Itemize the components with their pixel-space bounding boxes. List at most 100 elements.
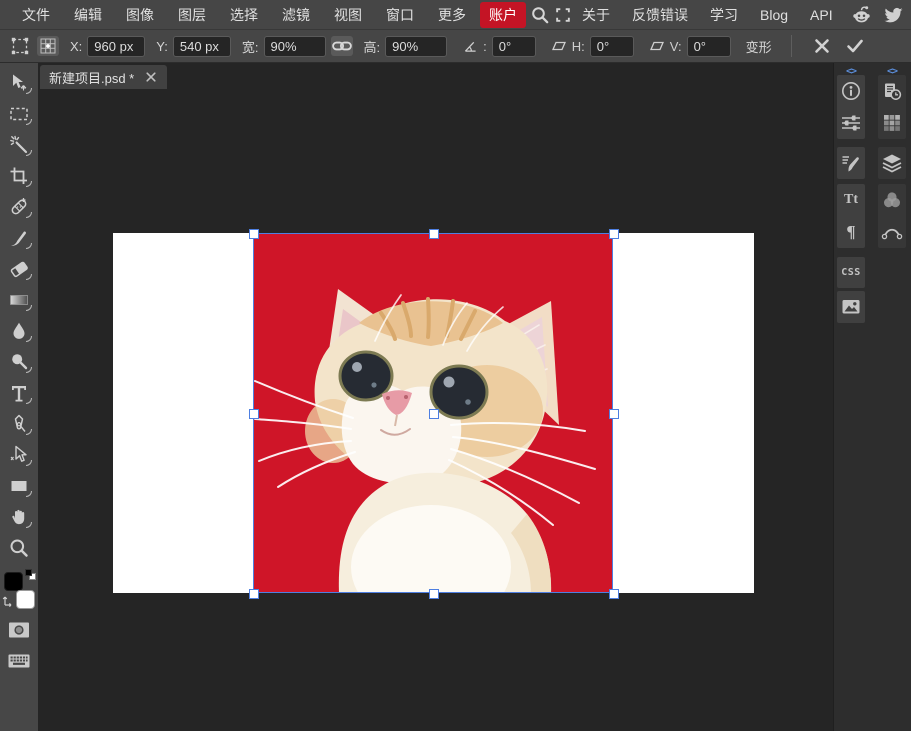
twitter-icon[interactable] [881,3,907,27]
subtool-indicator [26,88,32,94]
color-swatch-widget [2,567,36,613]
menu-report-bug[interactable]: 反馈错误 [622,2,698,28]
document-tab[interactable]: 新建项目.psd * [40,65,167,89]
marquee-tool[interactable] [2,100,36,128]
skew-v-input[interactable] [687,36,731,57]
x-label: X: [70,39,82,54]
skew-h-input[interactable] [590,36,634,57]
subtool-indicator [26,336,32,342]
magic-wand-tool[interactable] [2,131,36,159]
transform-handle-mid-left[interactable] [249,409,259,419]
subtool-indicator [26,150,32,156]
subtool-indicator [26,491,32,497]
warp-button[interactable]: 变形 [746,37,772,56]
shape-tool[interactable] [2,472,36,500]
swap-colors-icon[interactable] [2,593,14,607]
crop-tool[interactable] [2,162,36,190]
css-panel-icon[interactable]: CSS [837,257,865,288]
curves-panel-icon[interactable] [878,216,906,248]
image-panel-icon[interactable] [837,291,865,323]
width-input[interactable] [264,36,326,57]
gradient-tool[interactable] [2,286,36,314]
default-colors-icon[interactable] [25,569,36,580]
y-label: Y: [156,39,168,54]
brush-settings-panel-icon[interactable] [837,147,865,179]
document-tab-title: 新建项目.psd * [49,68,134,87]
menu-file[interactable]: 文件 [10,2,62,28]
skew-v-label: V: [670,39,682,54]
eraser-tool[interactable] [2,255,36,283]
pen-tool[interactable] [2,410,36,438]
transform-handle-bottom-right[interactable] [609,589,619,599]
quick-mask-button[interactable] [2,616,36,644]
account-button[interactable]: 账户 [480,2,526,28]
brush-tool[interactable] [2,224,36,252]
layers-panel-icon[interactable] [878,147,906,179]
menu-layer[interactable]: 图层 [166,2,218,28]
x-input[interactable] [87,36,145,57]
transform-handle-top-left[interactable] [249,229,259,239]
adjustments-panel-icon[interactable] [837,107,865,139]
transform-handle-bottom-center[interactable] [429,589,439,599]
info-panel-icon[interactable] [837,75,865,107]
angle-colon: : [483,39,487,54]
y-input[interactable] [173,36,231,57]
menu-filter[interactable]: 滤镜 [270,2,322,28]
transform-handle-top-right[interactable] [609,229,619,239]
transform-bounds-icon [8,34,32,58]
menu-edit[interactable]: 编辑 [62,2,114,28]
foreground-color-swatch[interactable] [4,572,23,591]
transform-reference-point[interactable] [429,409,439,419]
character-panel-icon[interactable]: Tt [837,184,865,216]
angle-input[interactable] [492,36,536,57]
dodge-tool[interactable] [2,348,36,376]
path-select-tool[interactable] [2,441,36,469]
menu-bar: 文件 编辑 图像 图层 选择 滤镜 视图 窗口 更多 账户 关于 反馈错误 学习… [0,0,911,30]
menu-more[interactable]: 更多 [426,2,478,28]
menu-learn[interactable]: 学习 [700,2,748,28]
fullscreen-icon[interactable] [554,3,572,27]
menu-api[interactable]: API [800,4,843,26]
paragraph-panel-icon[interactable]: ¶ [837,216,865,248]
subtool-indicator [26,274,32,280]
transform-handle-bottom-left[interactable] [249,589,259,599]
menu-blog[interactable]: Blog [750,4,798,26]
confirm-transform-icon[interactable] [842,33,868,59]
photopea-app: 文件 编辑 图像 图层 选择 滤镜 视图 窗口 更多 账户 关于 反馈错误 学习… [0,0,911,731]
cancel-transform-icon[interactable] [809,33,835,59]
blur-tool[interactable] [2,317,36,345]
height-input[interactable] [385,36,447,57]
menu-window[interactable]: 窗口 [374,2,426,28]
move-tool[interactable] [2,69,36,97]
tab-close-icon[interactable] [144,70,158,84]
colors-panel-icon[interactable] [878,184,906,216]
keyboard-button[interactable] [2,647,36,675]
subtool-indicator [26,522,32,528]
menu-bar-right: 关于 反馈错误 学习 Blog API [572,2,911,28]
subtool-indicator [26,367,32,373]
tool-bar [0,63,38,731]
link-icon[interactable] [331,36,353,56]
menu-image[interactable]: 图像 [114,2,166,28]
skew-h-label: H: [572,39,585,54]
transform-handle-mid-right[interactable] [609,409,619,419]
heal-tool[interactable] [2,193,36,221]
menu-view[interactable]: 视图 [322,2,374,28]
menu-about[interactable]: 关于 [572,2,620,28]
skew-h-icon [551,34,567,58]
hand-tool[interactable] [2,503,36,531]
menu-select[interactable]: 选择 [218,2,270,28]
zoom-tool[interactable] [2,534,36,562]
transform-options-bar: X: Y: 宽: 高: : H: V: 变形 [0,30,911,63]
reference-point-icon[interactable] [37,36,59,56]
swatches-grid-panel-icon[interactable] [878,107,906,139]
subtool-indicator [26,181,32,187]
search-icon[interactable] [530,3,550,27]
background-color-swatch[interactable] [16,590,35,609]
history-panel-icon[interactable] [878,75,906,107]
reddit-icon[interactable] [849,3,875,27]
subtool-indicator [26,460,32,466]
right-panel: <> <> Tt ¶ CSS [833,63,911,731]
transform-handle-top-center[interactable] [429,229,439,239]
type-tool[interactable] [2,379,36,407]
